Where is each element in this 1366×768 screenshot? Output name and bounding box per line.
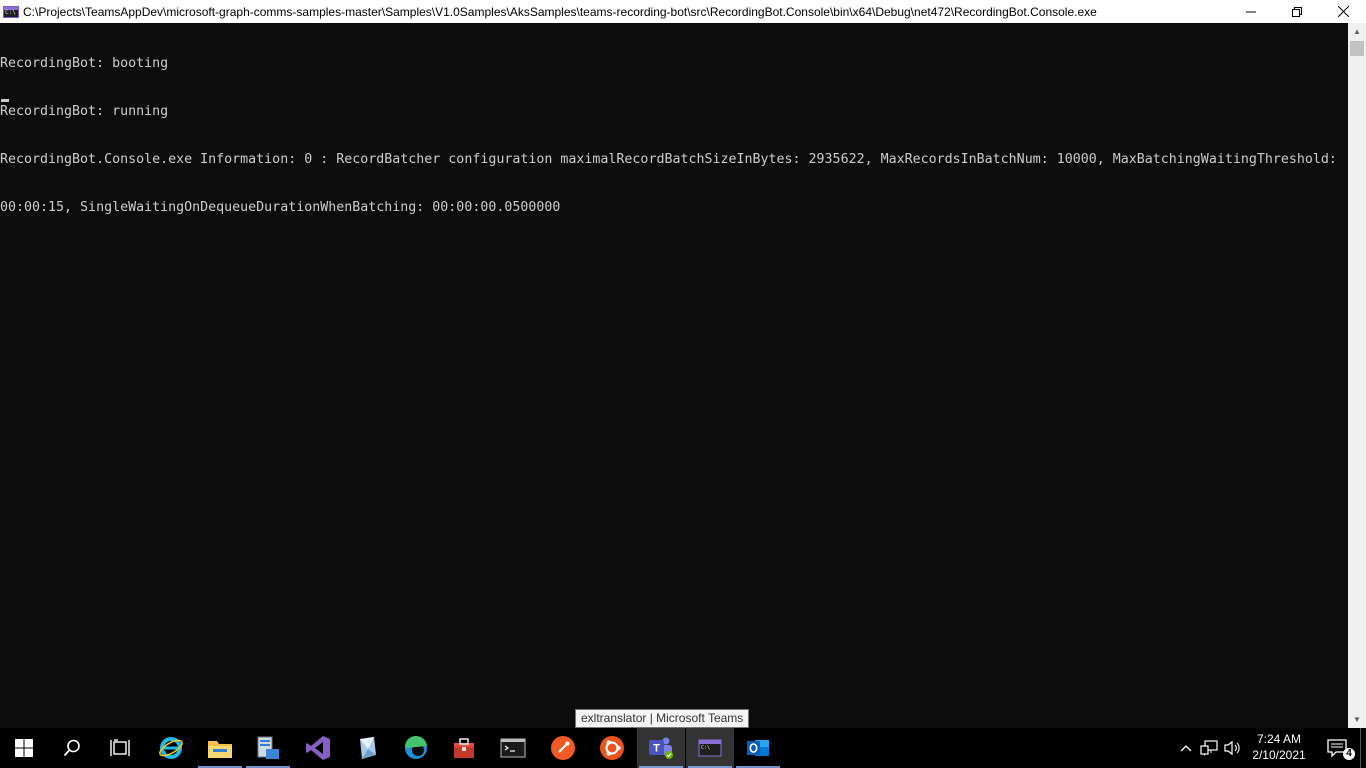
clock-date: 2/10/2021	[1252, 748, 1306, 762]
taskbar: T C:\ 7:24 AM 2/10/2021 4	[0, 728, 1366, 768]
scrollbar-thumb[interactable]	[1350, 41, 1364, 56]
outlook-button[interactable]	[734, 728, 782, 768]
folder-icon	[208, 741, 232, 758]
scroll-up-arrow-icon[interactable]: ▲	[1348, 23, 1366, 40]
close-icon	[1337, 6, 1349, 17]
console-output-area[interactable]: RecordingBot: booting RecordingBot: runn…	[0, 23, 1348, 728]
system-tray: 7:24 AM 2/10/2021 4	[1176, 728, 1366, 768]
server-manager-icon	[257, 736, 279, 759]
azure-data-studio-button[interactable]	[343, 728, 391, 768]
visual-studio-button[interactable]	[294, 728, 342, 768]
console-text: RecordingBot: booting RecordingBot: runn…	[0, 24, 1346, 248]
search-icon	[63, 739, 80, 757]
visual-studio-icon	[306, 736, 330, 760]
network-button[interactable]	[1198, 728, 1220, 768]
internet-explorer-icon	[159, 737, 183, 759]
chevron-up-icon	[1180, 745, 1192, 752]
volume-button[interactable]	[1222, 728, 1244, 768]
toolbox-button[interactable]	[440, 728, 488, 768]
svg-text:T: T	[653, 743, 660, 755]
action-center-button[interactable]: 4	[1315, 728, 1359, 768]
console-app-icon	[3, 5, 19, 18]
window-title-bar[interactable]: C:\Projects\TeamsAppDev\microsoft-graph-…	[0, 0, 1366, 23]
console-line: 00:00:15, SingleWaitingOnDequeueDuration…	[0, 200, 561, 215]
volume-icon	[1224, 740, 1240, 756]
network-icon	[1200, 740, 1218, 756]
show-hidden-icons-button[interactable]	[1176, 728, 1196, 768]
file-explorer-button[interactable]	[196, 728, 244, 768]
edge-icon	[404, 735, 427, 759]
scroll-down-arrow-icon[interactable]: ▼	[1348, 711, 1366, 728]
postman-icon	[551, 736, 575, 760]
window-controls	[1228, 0, 1366, 23]
ubuntu-button[interactable]	[588, 728, 636, 768]
minimize-button[interactable]	[1228, 0, 1274, 23]
windows-logo-icon	[15, 739, 33, 757]
console-window-button[interactable]: C:\	[686, 728, 734, 768]
outlook-icon	[747, 740, 769, 756]
start-button[interactable]	[0, 728, 48, 768]
server-manager-button[interactable]	[244, 728, 292, 768]
clock: 7:24 AM 2/10/2021	[1249, 731, 1309, 763]
minimize-icon	[1246, 11, 1256, 12]
close-button[interactable]	[1320, 0, 1366, 23]
show-desktop-button[interactable]	[1360, 728, 1366, 768]
svg-text:C:\: C:\	[701, 745, 710, 751]
terminal-icon	[500, 738, 526, 758]
vertical-scrollbar[interactable]: ▲ ▼	[1348, 23, 1366, 728]
console-line: RecordingBot.Console.exe Information: 0 …	[0, 152, 1337, 167]
internet-explorer-button[interactable]	[147, 728, 195, 768]
azure-data-studio-icon	[360, 737, 376, 759]
console-line: RecordingBot: booting	[0, 56, 169, 71]
clock-time: 7:24 AM	[1256, 732, 1302, 746]
clock-button[interactable]: 7:24 AM 2/10/2021	[1246, 728, 1312, 768]
postman-button[interactable]	[539, 728, 587, 768]
ubuntu-icon	[600, 736, 624, 760]
task-view-button[interactable]	[96, 728, 144, 768]
teams-tooltip: exltranslator | Microsoft Teams	[575, 709, 750, 728]
console-line: RecordingBot: running	[0, 104, 169, 119]
task-view-icon	[110, 739, 130, 756]
restore-icon	[1292, 6, 1302, 17]
toolbox-icon	[454, 738, 474, 758]
console-icon: C:\	[698, 739, 722, 757]
text-cursor	[1, 99, 9, 102]
notification-count-badge: 4	[1343, 748, 1355, 760]
edge-button[interactable]	[392, 728, 440, 768]
restore-button[interactable]	[1274, 0, 1320, 23]
terminal-button[interactable]	[489, 728, 537, 768]
window-title: C:\Projects\TeamsAppDev\microsoft-graph-…	[23, 4, 1097, 19]
teams-button[interactable]: T	[637, 728, 685, 768]
search-button[interactable]	[48, 728, 96, 768]
teams-icon: T	[649, 737, 673, 759]
